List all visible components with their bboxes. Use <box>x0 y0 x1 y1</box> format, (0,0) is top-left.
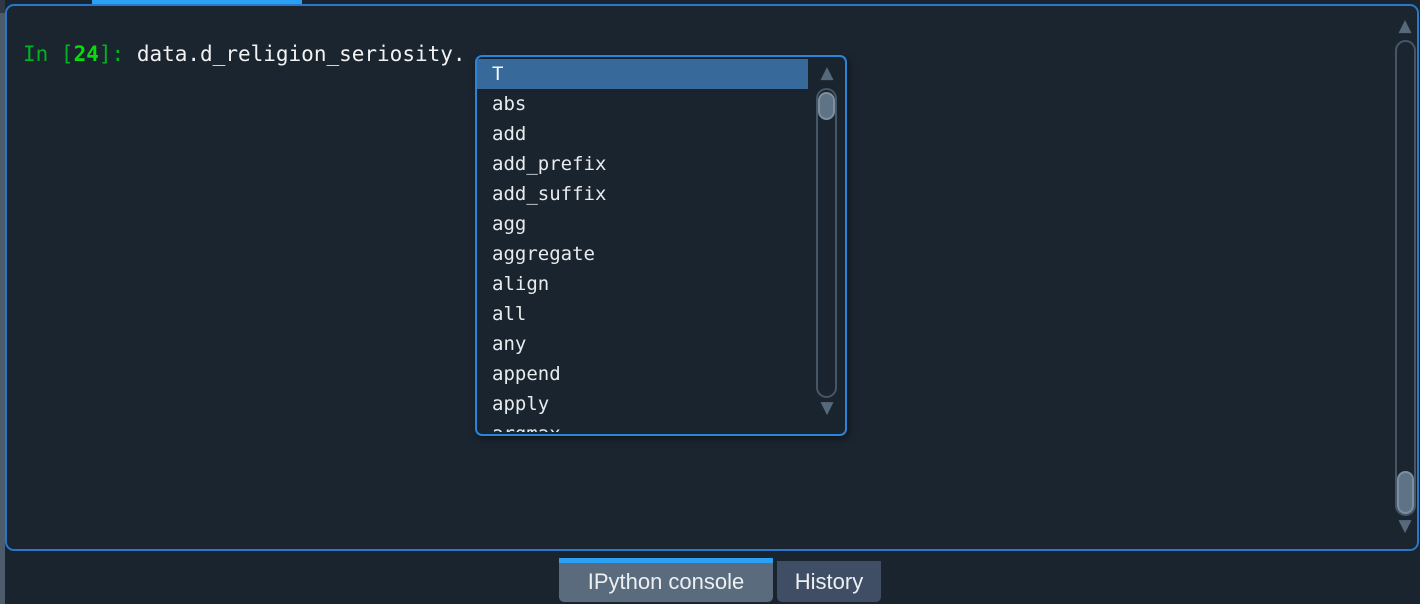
tab-history[interactable]: History <box>777 561 881 602</box>
console-scroll-down-icon[interactable]: ▼ <box>1393 518 1417 535</box>
autocomplete-item[interactable]: all <box>477 299 808 329</box>
spyder-console-screen: In [24]: data.d_religion_seriosity. ▲ ▼ … <box>0 0 1420 604</box>
console-scroll-track[interactable] <box>1395 40 1416 516</box>
autocomplete-item[interactable]: add_suffix <box>477 179 808 209</box>
autocomplete-item[interactable]: apply <box>477 389 808 419</box>
autocomplete-item[interactable]: add_prefix <box>477 149 808 179</box>
autocomplete-item[interactable]: aggregate <box>477 239 808 269</box>
autocomplete-item[interactable]: append <box>477 359 808 389</box>
prompt-prefix: In [ <box>23 42 74 66</box>
autocomplete-popup: Tabsaddadd_prefixadd_suffixaggaggregatea… <box>475 55 847 436</box>
autocomplete-scroll-down-icon[interactable]: ▼ <box>815 400 839 417</box>
autocomplete-scroll-up-icon[interactable]: ▲ <box>815 65 839 82</box>
autocomplete-scroll-track[interactable] <box>816 88 837 398</box>
autocomplete-list: Tabsaddadd_prefixadd_suffixaggaggregatea… <box>477 59 808 432</box>
autocomplete-item[interactable]: any <box>477 329 808 359</box>
prompt-number: 24 <box>74 42 99 66</box>
tab-ipython-console[interactable]: IPython console <box>559 558 773 602</box>
tab-ipython-console-label: IPython console <box>588 569 745 595</box>
console-scroll-up-icon[interactable]: ▲ <box>1393 18 1417 35</box>
autocomplete-item[interactable]: align <box>477 269 808 299</box>
prompt-suffix: ]: <box>99 42 137 66</box>
autocomplete-item[interactable]: abs <box>477 89 808 119</box>
autocomplete-item[interactable]: add <box>477 119 808 149</box>
console-code-text: data.d_religion_seriosity. <box>137 42 466 66</box>
active-tab-indicator <box>559 558 773 563</box>
autocomplete-item[interactable]: T <box>477 59 808 89</box>
autocomplete-item[interactable]: agg <box>477 209 808 239</box>
autocomplete-item[interactable]: argmax <box>477 419 808 432</box>
console-input-line: In [24]: data.d_religion_seriosity. <box>23 42 466 66</box>
autocomplete-scroll-thumb[interactable] <box>818 92 835 120</box>
tab-history-label: History <box>795 569 863 595</box>
console-scroll-thumb[interactable] <box>1397 471 1414 514</box>
